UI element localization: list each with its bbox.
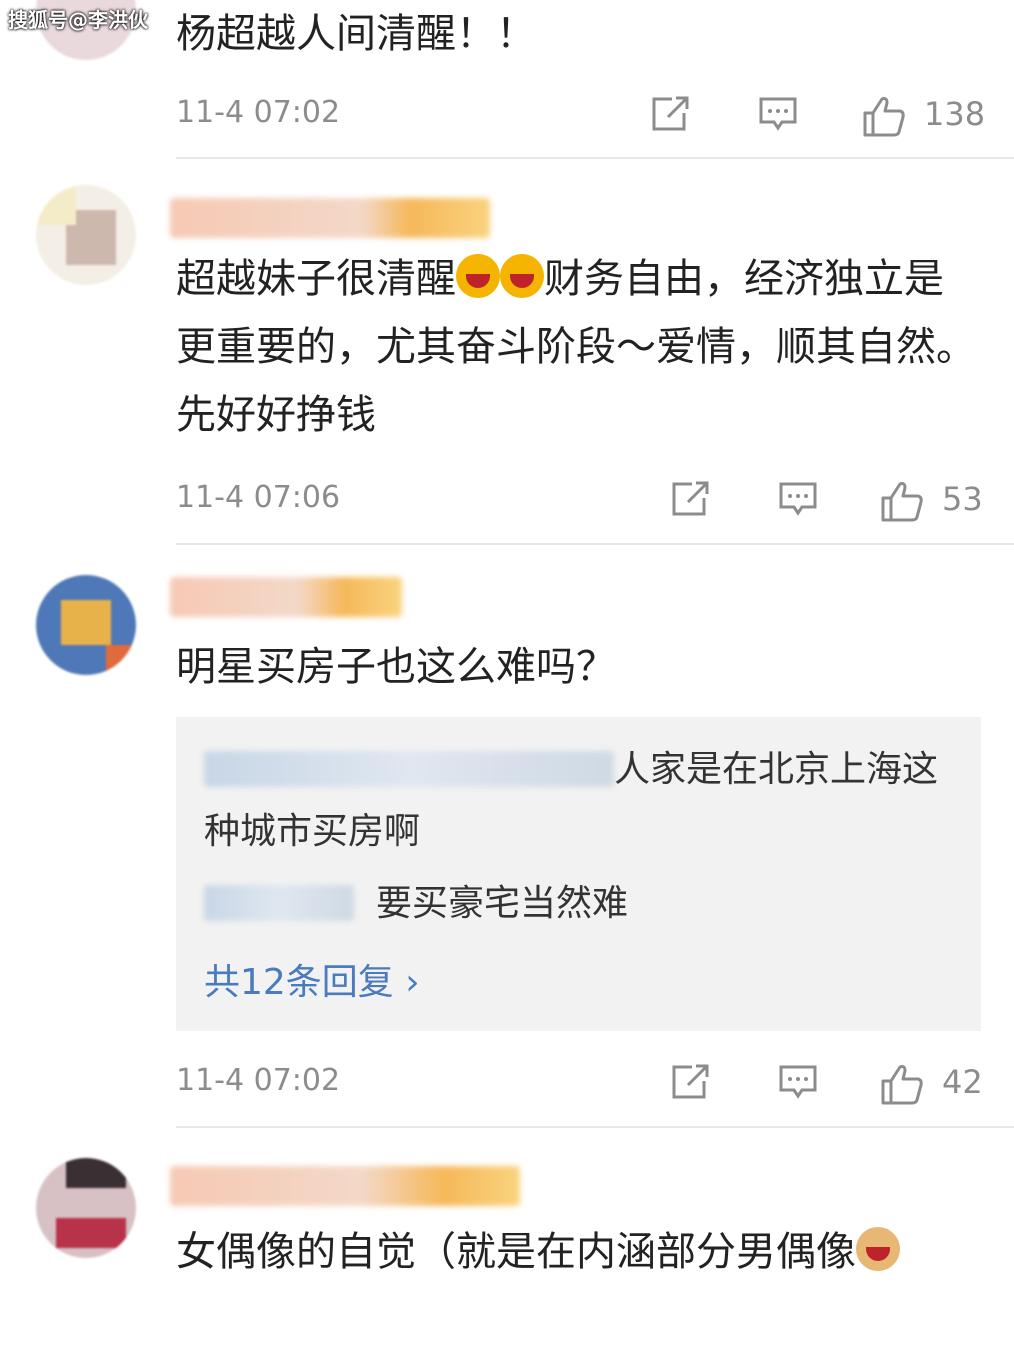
comment-text-part: 超越妹子很清醒: [176, 256, 456, 302]
doge-emoji: [856, 1227, 900, 1271]
like-count: 53: [942, 480, 983, 518]
reply-username[interactable]: [204, 885, 354, 921]
comment-text: 杨超越人间清醒！！: [176, 11, 536, 57]
repost-icon[interactable]: [650, 95, 690, 133]
reply-text: 要买豪宅当然难: [376, 883, 629, 924]
reply-1: 人家是在北京上海这种城市买房啊: [204, 739, 964, 863]
avatar[interactable]: [36, 575, 136, 675]
like-icon[interactable]: [862, 95, 906, 137]
comment-meta: 11-4 07:02 138: [176, 95, 985, 137]
comment-icon[interactable]: [778, 480, 818, 518]
avatar[interactable]: [36, 1158, 136, 1258]
comment-text-part: 女偶像的自觉（就是在内涵部分男偶像: [176, 1229, 856, 1275]
reply-username[interactable]: [204, 751, 614, 787]
repost-icon[interactable]: [670, 480, 710, 518]
username[interactable]: [170, 1166, 520, 1206]
comment-icon[interactable]: [758, 95, 798, 133]
repost-icon[interactable]: [670, 1063, 710, 1101]
comment-meta: 11-4 07:02 42: [176, 1063, 983, 1105]
avatar[interactable]: [36, 185, 136, 285]
like-count: 42: [942, 1063, 983, 1101]
username[interactable]: [170, 577, 402, 617]
watermark: 搜狐号@李洪伙: [8, 8, 148, 32]
timestamp: 11-4 07:02: [176, 95, 341, 130]
laugh-emoji: [456, 254, 500, 298]
comment-3: 明星买房子也这么难吗？ 人家是在北京上海这种城市买房啊 要买豪宅当然难 共12条…: [0, 545, 1014, 1128]
comment-4: 女偶像的自觉（就是在内涵部分男偶像: [0, 1128, 1014, 1361]
like-count: 138: [924, 95, 986, 133]
comment-meta: 11-4 07:06 53: [176, 480, 983, 522]
comment-text: 女偶像的自觉（就是在内涵部分男偶像: [176, 1218, 976, 1286]
comment-text: 明星买房子也这么难吗？: [176, 644, 616, 690]
comment-2: 超越妹子很清醒 财务自由，经济独立是更重要的，尤其奋斗阶段～爱情，顺其自然。先好好…: [0, 160, 1014, 545]
timestamp: 11-4 07:02: [176, 1063, 341, 1098]
more-replies-link[interactable]: 共12条回复 ›: [204, 953, 420, 1005]
reply-box[interactable]: 人家是在北京上海这种城市买房啊 要买豪宅当然难 共12条回复 ›: [176, 717, 981, 1031]
comment-text: 超越妹子很清醒 财务自由，经济独立是更重要的，尤其奋斗阶段～爱情，顺其自然。先好好…: [176, 245, 976, 449]
comment-1: 杨超越人间清醒！！ 11-4 07:02 138: [0, 0, 1014, 160]
timestamp: 11-4 07:06: [176, 480, 341, 515]
laugh-emoji: [500, 254, 544, 298]
divider: [176, 157, 1014, 159]
comment-icon[interactable]: [778, 1063, 818, 1101]
username[interactable]: [170, 198, 490, 238]
like-icon[interactable]: [880, 480, 924, 522]
reply-2: 要买豪宅当然难: [204, 873, 964, 935]
like-icon[interactable]: [880, 1063, 924, 1105]
